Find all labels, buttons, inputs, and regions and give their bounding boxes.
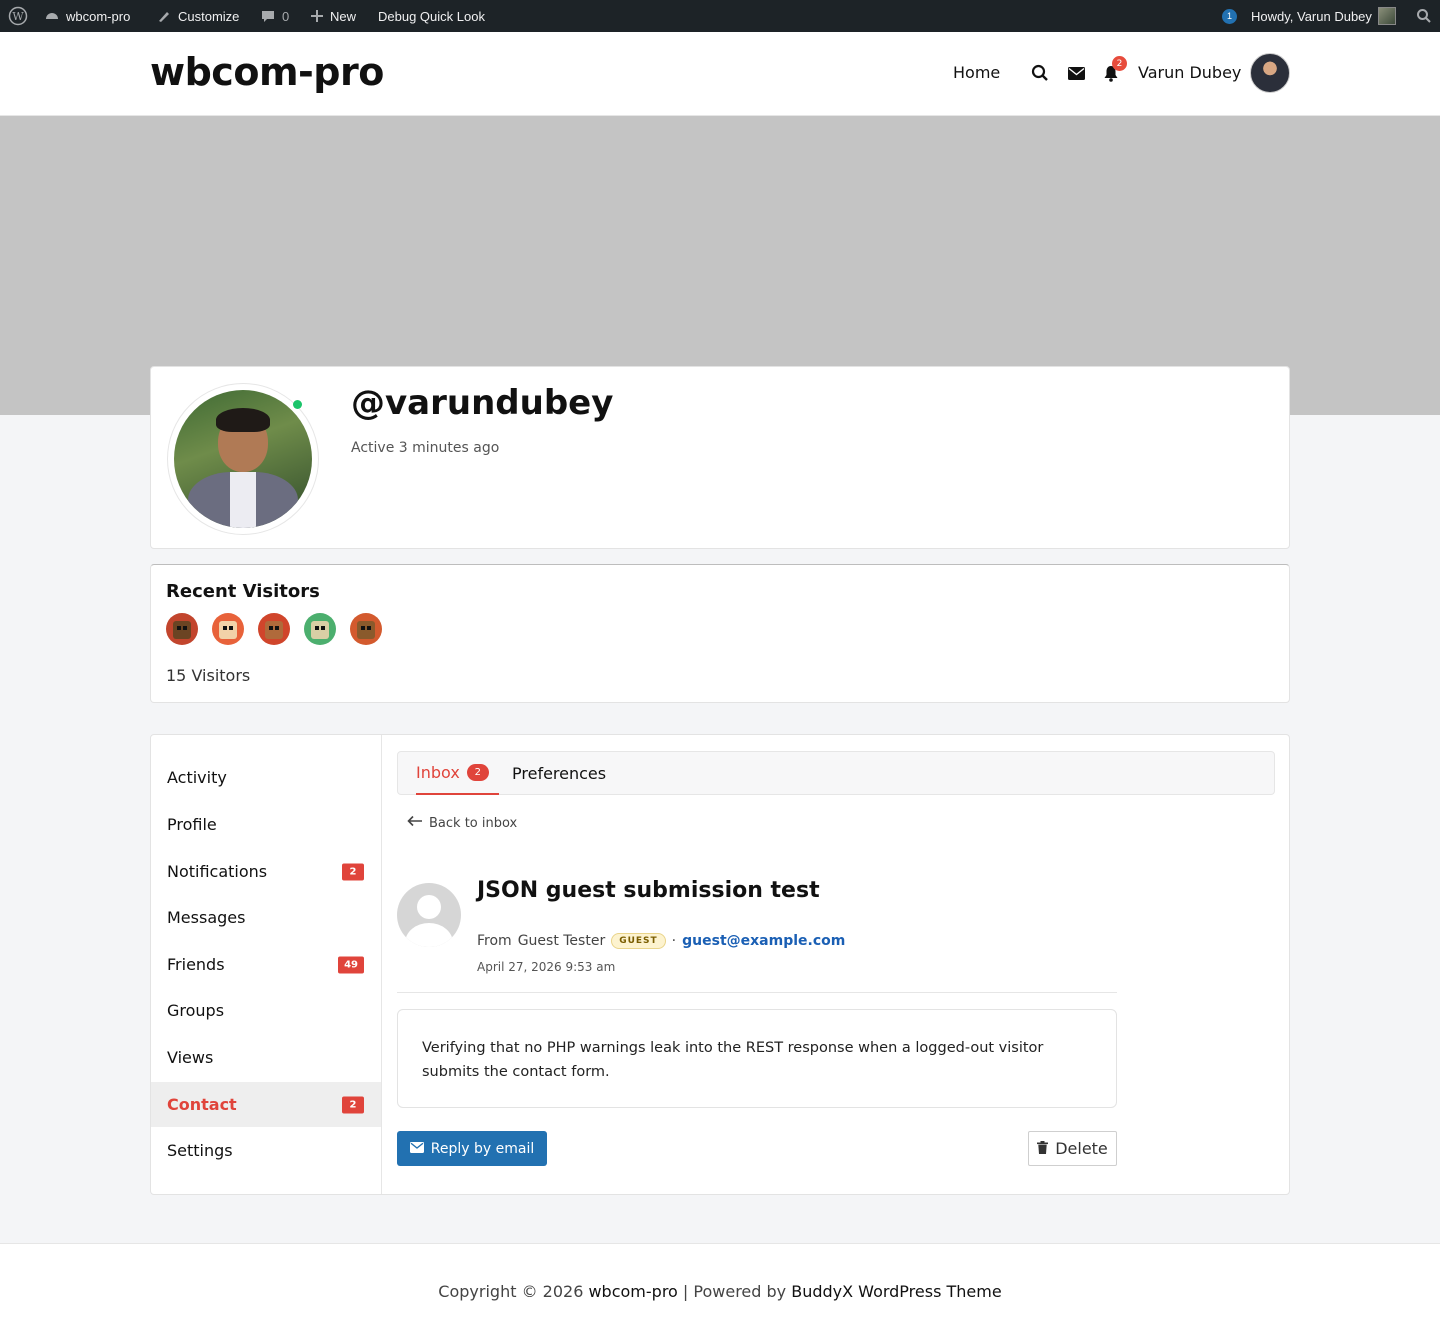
footer-theme-link[interactable]: BuddyX WordPress Theme xyxy=(791,1282,1001,1301)
profile-header-card: @varundubey Active 3 minutes ago xyxy=(150,366,1290,549)
visitors-count: 15 Visitors xyxy=(166,666,251,685)
sidebar-item-label: Groups xyxy=(167,1001,225,1020)
dashboard-icon xyxy=(44,8,60,24)
admin-avatar xyxy=(1377,7,1396,25)
tab-inbox-label: Inbox xyxy=(416,763,460,782)
sidebar-item-activity[interactable]: Activity xyxy=(151,755,381,800)
sidebar-item-label: Profile xyxy=(167,815,217,834)
search-icon[interactable] xyxy=(1029,62,1051,84)
comments-count: 0 xyxy=(282,8,290,24)
visitor-avatar[interactable] xyxy=(258,613,290,645)
footer-prefix: Copyright © 2026 xyxy=(438,1282,584,1301)
sidebar-item-label: Notifications xyxy=(167,862,268,881)
message-date: April 27, 2026 9:53 am xyxy=(477,960,616,974)
sidebar-item-settings[interactable]: Settings xyxy=(151,1128,381,1173)
messages-content-card: Activity Profile Notifications 2 Messages Fri… xyxy=(150,734,1290,1195)
sidebar-item-views[interactable]: Views xyxy=(151,1035,381,1080)
visitor-avatar[interactable] xyxy=(304,613,336,645)
header-avatar[interactable] xyxy=(1250,53,1290,93)
debug-quick-look-link[interactable]: Debug Quick Look xyxy=(378,0,485,32)
inbox-count-badge: 2 xyxy=(466,764,489,781)
comment-icon xyxy=(260,8,276,24)
profile-username: @varundubey xyxy=(351,383,614,423)
sidebar-item-notifications[interactable]: Notifications 2 xyxy=(151,849,381,894)
plus-icon xyxy=(310,9,324,23)
admin-search-icon[interactable] xyxy=(1416,0,1432,32)
notification-count-badge: 2 xyxy=(1112,56,1127,71)
separator-dot: · xyxy=(671,933,677,949)
sidebar-count-badge: 2 xyxy=(342,863,364,880)
footer-mid: | Powered by xyxy=(682,1282,787,1301)
visitor-avatar[interactable] xyxy=(212,613,244,645)
visitor-avatars xyxy=(166,613,382,645)
admin-bar: W wbcom-pro Customize 0 New Debug Quick … xyxy=(0,0,1440,32)
message-divider xyxy=(397,992,1117,993)
sidebar-item-label: Messages xyxy=(167,908,246,927)
sidebar-item-label: Views xyxy=(167,1048,214,1067)
comments-link[interactable]: 0 xyxy=(260,0,289,32)
debug-label: Debug Quick Look xyxy=(378,8,485,24)
sidebar-item-label: Settings xyxy=(167,1141,233,1160)
message-subject: JSON guest submission test xyxy=(477,878,820,903)
sender-name: Guest Tester xyxy=(517,933,606,949)
my-account-link[interactable]: Howdy, Varun Dubey xyxy=(1251,0,1396,32)
admin-site-link[interactable]: wbcom-pro xyxy=(44,0,130,32)
site-title[interactable]: wbcom-pro xyxy=(150,50,384,94)
delete-label: Delete xyxy=(1055,1139,1108,1158)
customize-label: Customize xyxy=(178,8,240,24)
trash-icon xyxy=(1037,1139,1049,1158)
site-footer: Copyright © 2026 wbcom-pro | Powered by … xyxy=(0,1243,1440,1336)
new-content-link[interactable]: New xyxy=(310,0,356,32)
profile-photo xyxy=(174,390,312,528)
header-user-name[interactable]: Varun Dubey xyxy=(1138,63,1241,82)
svg-text:W: W xyxy=(12,10,24,23)
brush-icon xyxy=(156,8,172,24)
recent-visitors-widget: Recent Visitors 15 Visitors xyxy=(150,564,1290,703)
visitor-avatar[interactable] xyxy=(350,613,382,645)
sidebar-item-friends[interactable]: Friends 49 xyxy=(151,942,381,987)
sidebar-item-label: Friends xyxy=(167,955,225,974)
sidebar-item-groups[interactable]: Groups xyxy=(151,988,381,1033)
sidebar-item-label: Activity xyxy=(167,768,227,787)
tab-preferences[interactable]: Preferences xyxy=(512,752,606,795)
envelope-icon xyxy=(409,1141,424,1157)
visitor-avatar[interactable] xyxy=(166,613,198,645)
wordpress-logo-icon[interactable]: W xyxy=(8,0,28,32)
delete-message-button[interactable]: Delete xyxy=(1028,1131,1117,1166)
sidebar-item-messages[interactable]: Messages xyxy=(151,895,381,940)
updates-link[interactable]: 1 xyxy=(1222,0,1237,32)
online-status-indicator xyxy=(293,400,302,409)
arrow-left-icon xyxy=(407,815,423,831)
message-tabs: Inbox 2 Preferences xyxy=(397,751,1275,795)
sidebar-count-badge: 49 xyxy=(338,956,364,973)
new-label: New xyxy=(330,8,357,24)
profile-sidebar-nav: Activity Profile Notifications 2 Messages Fri… xyxy=(151,735,382,1194)
sidebar-item-profile[interactable]: Profile xyxy=(151,802,381,847)
footer-copyright: Copyright © 2026 wbcom-pro | Powered by … xyxy=(0,1282,1440,1301)
footer-site-link[interactable]: wbcom-pro xyxy=(588,1282,677,1301)
reply-by-email-button[interactable]: Reply by email xyxy=(397,1131,547,1166)
guest-badge: GUEST xyxy=(611,933,666,949)
sidebar-item-contact[interactable]: Contact 2 xyxy=(151,1082,381,1127)
sidebar-item-label: Contact xyxy=(167,1095,237,1114)
sender-email-link[interactable]: guest@example.com xyxy=(682,933,845,949)
envelope-icon[interactable] xyxy=(1065,62,1087,84)
recent-visitors-title: Recent Visitors xyxy=(166,581,320,602)
nav-home-link[interactable]: Home xyxy=(953,63,1000,82)
admin-site-name: wbcom-pro xyxy=(66,8,131,24)
back-to-inbox-label: Back to inbox xyxy=(429,815,518,831)
updates-count: 1 xyxy=(1222,8,1237,24)
message-sender-line: From Guest Tester GUEST · guest@example.… xyxy=(477,933,845,949)
reply-label: Reply by email xyxy=(430,1140,535,1157)
profile-last-active: Active 3 minutes ago xyxy=(351,440,500,456)
tab-inbox[interactable]: Inbox 2 xyxy=(416,752,499,795)
sender-avatar xyxy=(397,883,461,947)
back-to-inbox-link[interactable]: Back to inbox xyxy=(407,815,517,831)
howdy-label: Howdy, Varun Dubey xyxy=(1251,8,1372,24)
customize-link[interactable]: Customize xyxy=(156,0,239,32)
from-label: From xyxy=(477,933,512,949)
sidebar-count-badge: 2 xyxy=(342,1096,364,1113)
message-body: Verifying that no PHP warnings leak into… xyxy=(397,1009,1117,1108)
